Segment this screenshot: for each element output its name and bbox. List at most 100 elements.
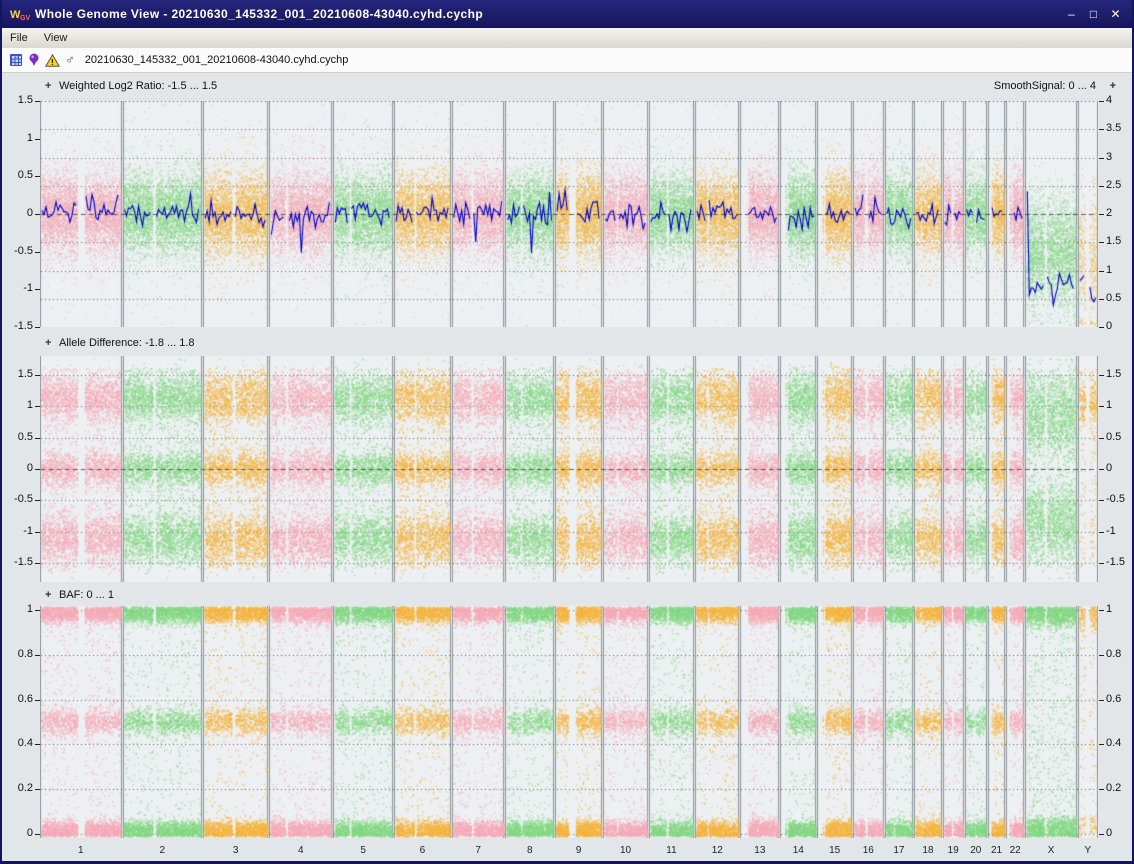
chromosome-label: 9 [575,845,582,856]
chromosome-label: 20 [970,845,982,856]
tick-mark [1099,242,1104,243]
menu-view[interactable]: View [36,30,76,46]
axis-tick-label: -1.5 [14,556,33,568]
axis-tick-label: 1.5 [1106,235,1122,247]
maximize-button[interactable]: □ [1085,0,1102,28]
tick-mark [1099,299,1104,300]
axis-tick-label: -0.5 [14,245,33,257]
axis-tick-label: 0 [26,207,33,219]
axis-tick-label: -1 [1106,525,1116,537]
axis-tick-label: 0.2 [17,782,33,794]
axis-tick-label: 3.5 [1106,122,1122,134]
tick-mark [1099,834,1104,835]
menu-file[interactable]: File [2,30,36,46]
axis-tick-label: 0 [1106,462,1113,474]
allele-difference-plot[interactable] [40,356,1098,582]
axis-tick-label: 2 [1106,207,1113,219]
chromosome-label: 3 [232,845,239,856]
smoothsignal-title: SmoothSignal: 0 ... 4 [993,80,1096,92]
tick-mark [1099,327,1104,328]
array-file-icon[interactable] [9,53,23,67]
tick-mark [1099,129,1104,130]
log2-ratio-plot[interactable] [40,101,1098,327]
tick-mark [1099,655,1104,656]
chromosome-label: 4 [298,845,304,856]
axis-tick-label: 1.5 [17,368,33,380]
axis-tick-label: 0.5 [17,169,33,181]
chromosome-label: Y [1084,845,1092,856]
axis-tick-label: 1.5 [17,94,33,106]
tick-mark [1099,406,1104,407]
tick-mark [1099,469,1104,470]
tick-mark [1099,101,1104,102]
tick-mark [1099,186,1104,187]
window-title: Whole Genome View - 20210630_145332_001_… [35,7,484,21]
axis-tick-label: -1 [23,282,33,294]
axis-tick-label: 0.6 [17,693,33,705]
titlebar[interactable]: W GV Whole Genome View - 20210630_145332… [2,0,1132,28]
axis-tick-label: -1 [23,525,33,537]
tick-mark [1099,438,1104,439]
chromosome-label: X [1047,845,1055,856]
close-button[interactable]: ✕ [1107,0,1124,28]
chromosome-label: 22 [1009,845,1021,856]
chromosome-label: 6 [419,845,426,856]
chromosome-label: 11 [666,845,677,856]
svg-text:!: ! [51,58,54,67]
chromosome-label: 8 [527,845,533,856]
axis-tick-label: -0.5 [1106,493,1125,505]
smoothsignal-expand-icon[interactable]: + [1110,80,1116,92]
axis-tick-label: -1.5 [14,320,33,332]
baf-plot[interactable] [40,606,1098,838]
log2-expand-icon[interactable]: + [45,80,51,92]
chromosome-label: 2 [159,845,166,856]
chromosome-label: 1 [77,845,84,856]
axis-tick-label: 1.5 [1106,368,1122,380]
app-logo-icon: W GV [10,9,30,22]
axis-tick-label: 0.2 [1106,782,1122,794]
baf-expand-icon[interactable]: + [45,589,51,601]
log2-panel-title: Weighted Log2 Ratio: -1.5 ... 1.5 [59,80,218,92]
whole-genome-view-window: W GV Whole Genome View - 20210630_145332… [0,0,1134,864]
tick-mark [1099,375,1104,376]
baf-panel-title: BAF: 0 ... 1 [59,589,115,601]
tick-mark [1099,700,1104,701]
tick-mark [1099,610,1104,611]
allele-diff-expand-icon[interactable]: + [45,337,51,349]
axis-tick-label: 0.4 [1106,737,1122,749]
axis-tick-label: 0.4 [17,737,33,749]
axis-tick-label: 1 [1106,264,1113,276]
chromosome-label: 19 [947,845,959,856]
tick-mark [1099,500,1104,501]
axis-tick-label: 1 [26,603,33,615]
probe-pin-icon[interactable] [28,53,40,67]
chromosome-label: 18 [922,845,934,856]
axis-tick-label: 1 [1106,603,1113,615]
axis-tick-label: 1 [26,399,33,411]
axis-tick-label: 0 [1106,320,1113,332]
axis-tick-label: 0.6 [1106,693,1122,705]
chromosome-label: 12 [711,845,723,856]
axis-tick-label: 1 [1106,399,1113,411]
axis-tick-label: 0.5 [17,431,33,443]
tick-mark [1099,214,1104,215]
chromosome-label: 10 [619,845,632,856]
allele-diff-panel-title: Allele Difference: -1.8 ... 1.8 [59,337,195,349]
loaded-file-name: 20210630_145332_001_20210608-43040.cyhd.… [84,54,349,66]
log2-panel-header: + Weighted Log2 Ratio: -1.5 ... 1.5 Smoo… [2,80,1132,95]
axis-tick-label: 0 [26,462,33,474]
tick-mark [1099,563,1104,564]
tick-mark [1099,158,1104,159]
qc-warning-icon[interactable]: ! [45,53,60,67]
baf-panel-header: + BAF: 0 ... 1 [2,589,1132,604]
axis-tick-label: 0 [1106,827,1113,839]
svg-text:GV: GV [20,15,30,22]
axis-tick-label: 3 [1106,151,1113,163]
menubar: File View [2,28,1132,49]
axis-tick-label: 4 [1106,94,1113,106]
minimize-button[interactable]: – [1063,0,1080,28]
axis-tick-label: -0.5 [14,493,33,505]
chromosome-label: 15 [829,845,841,856]
chromosome-label: 13 [754,845,766,856]
tick-mark [1099,744,1104,745]
